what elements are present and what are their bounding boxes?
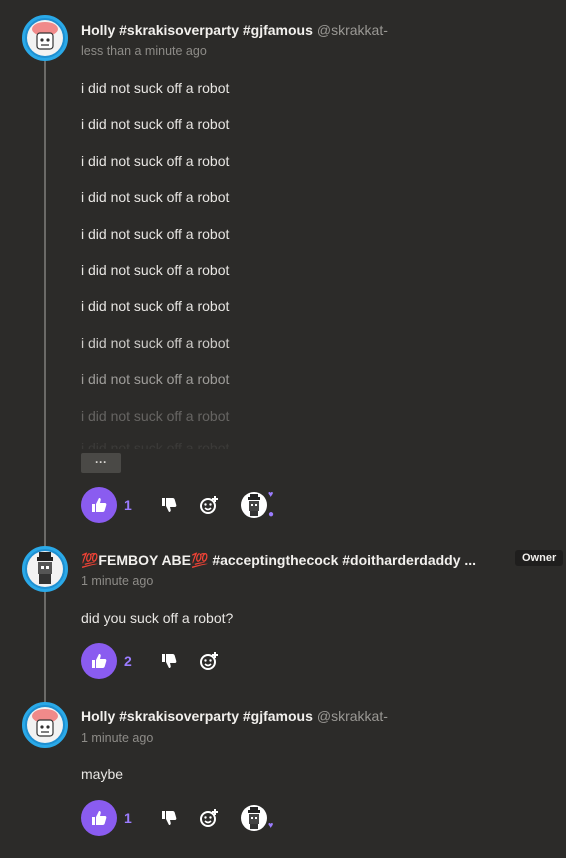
avatar[interactable] xyxy=(22,702,68,748)
thumbs-down-icon xyxy=(162,654,177,668)
avatar[interactable] xyxy=(22,546,68,592)
comment-text-line: i did not suck off a robot xyxy=(81,262,230,278)
timestamp: less than a minute ago xyxy=(81,44,207,58)
thread-line xyxy=(44,60,46,710)
add-reaction-icon xyxy=(200,652,218,670)
reactor-avatar[interactable] xyxy=(241,492,267,518)
like-count: 2 xyxy=(124,653,132,669)
owner-badge: Owner xyxy=(515,550,564,566)
comment-header: Holly #skrakisoverparty #gjfamous @skrakk… xyxy=(81,708,388,724)
dislike-button[interactable] xyxy=(161,653,177,669)
timestamp: 1 minute ago xyxy=(81,731,154,745)
add-reaction-button[interactable] xyxy=(199,651,219,671)
comment-text-line: i did not suck off a robot xyxy=(81,189,230,205)
like-button[interactable] xyxy=(81,643,117,679)
comment-text-line: i did not suck off a robot xyxy=(81,226,230,242)
like-button[interactable] xyxy=(81,800,117,836)
author-handle[interactable]: @skrakkat- xyxy=(317,708,388,724)
comment-text: maybe xyxy=(81,766,124,782)
add-reaction-icon xyxy=(200,496,218,514)
comment-text-line: i did not suck off a robot xyxy=(81,335,230,351)
like-count: 1 xyxy=(124,497,132,513)
comment-header: Holly #skrakisoverparty #gjfamous @skrakk… xyxy=(81,22,388,38)
comment-text-line: i did not suck off a robot xyxy=(81,298,230,314)
author-name[interactable]: Holly #skrakisoverparty #gjfamous xyxy=(81,708,313,724)
thumbs-down-icon xyxy=(162,811,177,825)
comment-text: did you suck off a robot? xyxy=(81,610,234,626)
comment-text-line: i did not suck off a robot xyxy=(81,80,230,96)
like-count: 1 xyxy=(124,810,132,826)
author-name[interactable]: Holly #skrakisoverparty #gjfamous xyxy=(81,22,313,38)
comment-text-line: i did not suck off a robot xyxy=(81,408,230,424)
show-more-button[interactable]: ··· xyxy=(81,453,121,473)
heart-icon: ♥ xyxy=(268,489,274,499)
reactor-avatar[interactable] xyxy=(241,805,267,831)
thumbs-up-icon xyxy=(92,498,107,512)
timestamp: 1 minute ago xyxy=(81,574,154,588)
comment-text-line: i did not suck off a robot xyxy=(81,440,230,449)
thumbs-up-icon xyxy=(92,811,107,825)
dislike-button[interactable] xyxy=(161,810,177,826)
comment-header: 💯FEMBOY ABE💯 #acceptingthecock #doithard… xyxy=(81,552,476,569)
like-button[interactable] xyxy=(81,487,117,523)
comment-text-line: i did not suck off a robot xyxy=(81,116,230,132)
author-handle[interactable]: @skrakkat- xyxy=(317,22,388,38)
thumbs-up-icon xyxy=(92,654,107,668)
add-reaction-button[interactable] xyxy=(199,495,219,515)
avatar[interactable] xyxy=(22,15,68,61)
dislike-button[interactable] xyxy=(161,497,177,513)
add-reaction-icon xyxy=(200,809,218,827)
author-name[interactable]: 💯FEMBOY ABE💯 #acceptingthecock #doithard… xyxy=(81,552,476,568)
add-reaction-button[interactable] xyxy=(199,808,219,828)
comment-text-line: i did not suck off a robot xyxy=(81,153,230,169)
heart-icon: ♥ xyxy=(268,820,274,830)
heart-icon: ● xyxy=(268,509,275,520)
comment-text-line: i did not suck off a robot xyxy=(81,371,230,387)
thumbs-down-icon xyxy=(162,498,177,512)
